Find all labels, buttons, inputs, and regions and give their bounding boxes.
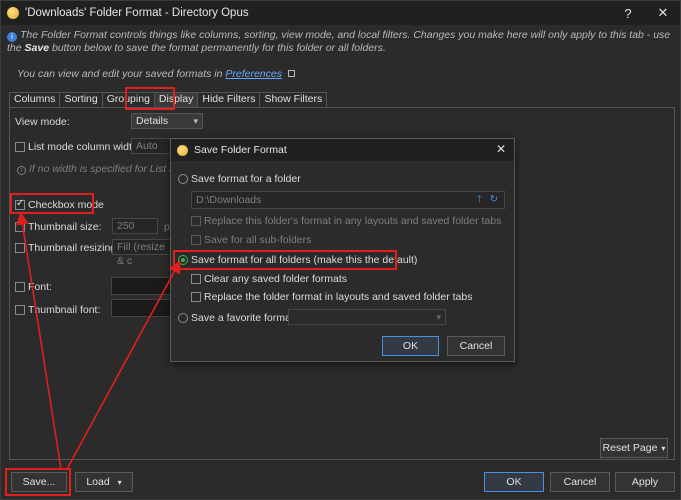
arrow-to-checkbox-mode	[16, 211, 62, 470]
annotation-arrows	[16, 211, 181, 470]
folder-format-window: 'Downloads' Folder Format - Directory Op…	[0, 0, 681, 500]
arrow-to-save-all	[66, 260, 181, 470]
